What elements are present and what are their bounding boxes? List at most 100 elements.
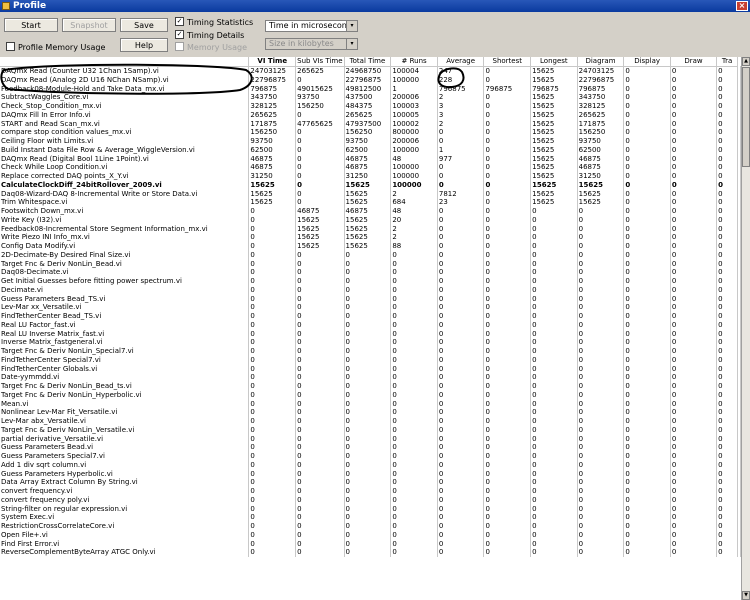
table-row[interactable]: Date-yymmdd.vi 0 0 0 0 0 0 0 0 0 0 0: [0, 373, 741, 382]
value-cell: 0: [670, 128, 718, 137]
table-row[interactable]: Check_Stop_Condition_mx.vi 328125 156250 48…: [0, 101, 741, 111]
table-row[interactable]: DAQmx Read (Digital Bool 1Line 1Point).v…: [0, 154, 741, 163]
help-button[interactable]: Help: [120, 38, 168, 52]
memory-usage-checkbox[interactable]: Memory Usage: [175, 42, 247, 53]
column-header[interactable]: Total Time: [344, 57, 392, 67]
profile-memory-checkbox[interactable]: Profile Memory Usage: [6, 42, 105, 53]
value-cell: 0: [483, 364, 532, 373]
table-row[interactable]: DAQmx Fill In Error Info.vi 265625 0 265625…: [0, 110, 741, 120]
table-row[interactable]: System Exec.vi 0 0 0 0 0 0 0 0 0 0 0: [0, 513, 741, 522]
scroll-up-icon[interactable]: ▲: [742, 57, 750, 66]
snapshot-button[interactable]: Snapshot: [62, 18, 116, 32]
value-cell: 0: [670, 390, 718, 400]
table-row[interactable]: Guess Parameters Special7.vi 0 0 0 0 0 0 0 0 0 0 0: [0, 451, 741, 461]
column-header[interactable]: Average: [437, 57, 485, 67]
column-header[interactable]: Display: [623, 57, 671, 67]
table-row[interactable]: Check While Loop Condition.vi 46875 0 46875…: [0, 163, 741, 172]
value-cell: 0: [716, 285, 738, 295]
table-row[interactable]: FindTetherCenter Special7.vi 0 0 0 0 0 0 0 0 0 0 0: [0, 355, 741, 365]
table-row[interactable]: convert frequency poly.vi 0 0 0 0 0 0 0 0 0 0 0: [0, 495, 741, 505]
table-row[interactable]: Real LU Factor_fast.vi 0 0 0 0 0 0 0 0 0 0 0: [0, 320, 741, 330]
time-unit-dropdown[interactable]: Time in microseconds ▾: [265, 20, 358, 32]
table-row[interactable]: Inverse Matrix_fastgeneral.vi 0 0 0 0 0 0 0 0 0 0 0: [0, 338, 741, 347]
table-row[interactable]: Guess Parameters Hyperbolic.vi 0 0 0 0 0 0 0 0 0 0…: [0, 469, 741, 478]
table-row[interactable]: convert frequency.vi 0 0 0 0 0 0 0 0 0 0 0: [0, 486, 741, 496]
timing-statistics-checkbox[interactable]: ✓ Timing Statistics: [175, 17, 253, 28]
save-button[interactable]: Save: [120, 18, 168, 32]
table-row[interactable]: Guess Parameters Bead.vi 0 0 0 0 0 0 0 0 0 0 0: [0, 443, 741, 452]
table-row[interactable]: Target Fnc & Deriv NonLin_Bead.vi 0 0 0 0 0 0 0…: [0, 259, 741, 268]
value-cell: 343750: [248, 93, 297, 102]
start-button[interactable]: Start: [4, 18, 58, 32]
table-row[interactable]: Target Fnc & Deriv NonLin_Bead_ts.vi 0 0 0 0…: [0, 381, 741, 391]
size-unit-dropdown[interactable]: Size in kilobytes ▾: [265, 38, 358, 50]
table-row[interactable]: Lev-Mar xx_Versatile.vi 0 0 0 0 0 0 0 0 0 0 0: [0, 303, 741, 312]
column-header[interactable]: VI Time: [248, 57, 297, 67]
table-row[interactable]: Decimate.vi 0 0 0 0 0 0 0 0 0 0 0: [0, 285, 741, 295]
table-row[interactable]: FindTetherCenter Globals.vi 0 0 0 0 0 0 0 0 0 0 0: [0, 364, 741, 373]
profile-table[interactable]: VI Time Sub VIs Time Total Time # Runs Avera…: [0, 57, 741, 600]
table-row[interactable]: Daq08-Wizard-DAQ 8-Incremental Write or …: [0, 189, 741, 198]
table-row[interactable]: Target Fnc & Deriv NonLin_Hyperbolic.vi 0…: [0, 390, 741, 400]
table-row[interactable]: SubtractWaggles_Core.vi 343750 93750 437500…: [0, 93, 741, 102]
table-row[interactable]: START and Read Scan_mx.vi 171875 47765625 4…: [0, 119, 741, 128]
table-row[interactable]: DAQmx Read (Counter U32 1Chan 1Samp).vi 2…: [0, 66, 741, 76]
value-cell: 0: [716, 163, 738, 172]
value-cell: 0: [295, 346, 345, 356]
table-row[interactable]: compare stop condition values_mx.vi 15625…: [0, 128, 741, 137]
value-cell: 265625: [295, 66, 345, 76]
column-header[interactable]: Diagram: [577, 57, 625, 67]
table-row[interactable]: Get Initial Guesses before fitting power…: [0, 276, 741, 286]
table-row[interactable]: Replace corrected DAQ points_X_Y.vi 31250…: [0, 171, 741, 181]
value-cell: 0: [344, 408, 392, 417]
table-row[interactable]: Build Instant Data File Row & Average_Wi…: [0, 145, 741, 155]
table-row[interactable]: Config Data Modify.vi 0 15625 15625 88 0 0 0 0 0 0…: [0, 241, 741, 251]
scroll-down-icon[interactable]: ▼: [742, 591, 750, 600]
table-row[interactable]: CalculateClockDiff_24bitRollover_2009.vi…: [0, 180, 741, 190]
table-row[interactable]: Find First Error.vi 0 0 0 0 0 0 0 0 0 0 0: [0, 539, 741, 548]
table-row[interactable]: Write Key (I32).vi 0 15625 15625 20 0 0 0 0 0 0 0: [0, 215, 741, 225]
table-row[interactable]: ReverseComplementByteArray ATGC Only.vi 0…: [0, 548, 741, 557]
value-cell: 0: [483, 530, 532, 540]
header-vi-name[interactable]: [0, 57, 250, 67]
table-row[interactable]: Trim Whitespace.vi 15625 0 15625 684 23 0 15625…: [0, 198, 741, 207]
table-row[interactable]: String-filter on regular expression.vi 0 0…: [0, 504, 741, 513]
table-row[interactable]: Add 1 div sqrt column.vi 0 0 0 0 0 0 0 0 0 0 0: [0, 460, 741, 470]
table-row[interactable]: Write Piezo INI Info_mx.vi 0 15625 15625 2 0 0…: [0, 233, 741, 242]
table-row[interactable]: Daq08-Decimate.vi 0 0 0 0 0 0 0 0 0 0 0: [0, 268, 741, 277]
table-row[interactable]: partial derivative_Versatile.vi 0 0 0 0 0 0 0 0 0…: [0, 434, 741, 443]
column-header[interactable]: Draw: [670, 57, 718, 67]
column-header[interactable]: # Runs: [390, 57, 438, 67]
column-header[interactable]: Shortest: [483, 57, 532, 67]
column-header[interactable]: Sub VIs Time: [295, 57, 345, 67]
vertical-scrollbar[interactable]: ▲ ▼: [741, 57, 750, 600]
value-cell: 0: [530, 460, 578, 470]
checkbox-box: [6, 42, 15, 51]
close-button[interactable]: ×: [736, 1, 748, 11]
column-header[interactable]: Longest: [530, 57, 578, 67]
column-header[interactable]: Tra: [716, 57, 738, 67]
table-row[interactable]: Nonlinear Lev-Mar Fit_Versatile.vi 0 0 0 0 0 0…: [0, 408, 741, 417]
table-row[interactable]: Footswitch Down_mx.vi 0 46875 46875 48 0 0 0 0 0 0…: [0, 206, 741, 216]
value-cell: 0: [295, 434, 345, 443]
table-row[interactable]: Target Fnc & Deriv NonLin_Versatile.vi 0 0…: [0, 425, 741, 435]
scroll-thumb[interactable]: [742, 67, 750, 167]
table-row[interactable]: RestrictionCrossCorrelateCore.vi 0 0 0 0 0 0 0 0…: [0, 521, 741, 531]
table-row[interactable]: Open File+.vi 0 0 0 0 0 0 0 0 0 0 0: [0, 530, 741, 540]
table-row[interactable]: 2D-Decimate-By Desired Final Size.vi 0 0 0 0…: [0, 250, 741, 260]
table-row[interactable]: Ceiling Floor with Limits.vi 93750 0 93750 2…: [0, 136, 741, 146]
table-row[interactable]: Lev-Mar abx_Versatile.vi 0 0 0 0 0 0 0 0 0 0 0: [0, 416, 741, 426]
table-row[interactable]: Guess Parameters Bead_TS.vi 0 0 0 0 0 0 0 0 0 0 0: [0, 294, 741, 303]
value-cell: 0: [295, 311, 345, 321]
table-row[interactable]: DAQmx Read (Analog 2D U16 NChan NSamp).v…: [0, 75, 741, 85]
table-row[interactable]: Mean.vi 0 0 0 0 0 0 0 0 0 0 0: [0, 399, 741, 408]
table-row[interactable]: Feedback08-Incremental Store Segment Inf…: [0, 224, 741, 233]
table-row[interactable]: Real LU Inverse Matrix_fast.vi 0 0 0 0 0 0 0 0 0 0…: [0, 329, 741, 338]
value-cell: 0: [390, 504, 438, 513]
table-row[interactable]: Target Fnc & Deriv NonLin_Special7.vi 0 0 0…: [0, 346, 741, 356]
table-row[interactable]: Feedback08-Module-Hold and Take Data_mx.…: [0, 84, 741, 93]
table-row[interactable]: FindTetherCenter Bead_TS.vi 0 0 0 0 0 0 0 0 0 0 0: [0, 311, 741, 321]
value-cell: 0: [670, 110, 718, 120]
timing-details-checkbox[interactable]: ✓ Timing Details: [175, 30, 244, 41]
table-row[interactable]: Data Array Extract Column By String.vi 0 0…: [0, 478, 741, 487]
